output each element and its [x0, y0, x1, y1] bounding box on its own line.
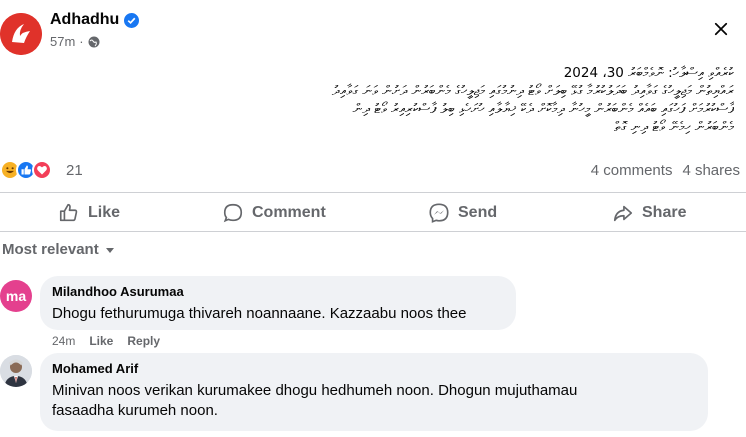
share-label: Share [642, 204, 687, 221]
post-meta: 57m · [50, 34, 100, 49]
post-text-line: ކުރެއްވި އިސްލާހު: ނޮވެމްބަރު 30، 2024 [563, 65, 734, 81]
comment-button[interactable]: Comment [222, 199, 326, 227]
reaction-icons[interactable] [0, 160, 52, 180]
comment-reply-button[interactable]: Reply [127, 334, 160, 348]
post-text-line: މެންބަރުން ހިމެނޭ ވޯޓު ދިނި ގޮތް [614, 119, 734, 135]
comment-time[interactable]: 24m [52, 334, 75, 348]
comment-bubble: Mohamed Arif Minivan noos verikan kuruma… [40, 353, 708, 431]
page-name[interactable]: Adhadhu [50, 11, 119, 29]
reaction-count[interactable]: 21 [66, 162, 83, 179]
comment-author[interactable]: Mohamed Arif [52, 361, 696, 377]
comment-author[interactable]: Milandhoo Asurumaa [52, 284, 504, 300]
like-label: Like [88, 204, 121, 221]
thumbs-up-icon [59, 203, 78, 222]
post-time[interactable]: 57m [50, 34, 75, 49]
commenter-avatar[interactable]: ma [0, 280, 32, 312]
comment-bubble: Milandhoo Asurumaa Dhogu fethurumuga thi… [40, 276, 516, 330]
like-button[interactable]: Like [58, 199, 120, 227]
comment-text: Dhogu fethurumuga thivareh noannaane. Ka… [52, 305, 467, 322]
comment-sort-dropdown[interactable]: Most relevant [2, 241, 116, 258]
close-icon[interactable] [708, 16, 734, 42]
comment-text: Minivan noos verikan kurumakee dhogu hed… [52, 381, 696, 421]
engagement-counts: 4 comments 4 shares [591, 162, 740, 179]
adhadhu-logo-icon [0, 13, 42, 55]
globe-icon [88, 36, 100, 48]
sort-label: Most relevant [2, 241, 99, 258]
send-button[interactable]: Send [428, 199, 497, 227]
meta-separator: · [79, 34, 84, 49]
comment-actions: 24m Like Reply [52, 334, 160, 348]
post-header: Adhadhu 57m · [0, 6, 746, 56]
action-bar: Like Comment Send Share [0, 192, 746, 232]
comments-count[interactable]: 4 comments [591, 162, 673, 179]
shares-count[interactable]: 4 shares [682, 162, 740, 179]
page-avatar[interactable] [0, 13, 42, 55]
page-name-row: Adhadhu [50, 11, 140, 29]
comment-text-line: fasaadha kurumeh noon. [52, 402, 218, 419]
commenter-avatar[interactable] [0, 355, 32, 387]
share-button[interactable]: Share [612, 199, 686, 227]
love-reaction-icon [32, 160, 52, 180]
send-label: Send [458, 204, 498, 221]
caret-down-icon [105, 247, 114, 253]
comment-label: Comment [252, 204, 326, 221]
messenger-icon [429, 203, 449, 223]
share-arrow-icon [613, 205, 633, 222]
person-photo-icon [0, 355, 32, 387]
comment-like-button[interactable]: Like [89, 334, 113, 348]
post-text: ކުރެއްވި އިސްލާހު: ނޮވެމްބަރު 30، 2024 ރ… [0, 64, 734, 136]
verified-badge-icon [124, 12, 140, 28]
post-text-line: ފާސްކުރުމަށް ފަހުގައި ބައެއް މެންބަރުން … [352, 101, 734, 117]
post-text-line: ރައްޔިތުން މަޖިލީހުގެ ގަވާއިދު ބަދަލުކުރ… [331, 83, 734, 99]
comment-text-line: Minivan noos verikan kurumakee dhogu hed… [52, 382, 578, 399]
comment-bubble-icon [223, 203, 243, 223]
reactions-summary: 21 4 comments 4 shares [0, 160, 746, 182]
